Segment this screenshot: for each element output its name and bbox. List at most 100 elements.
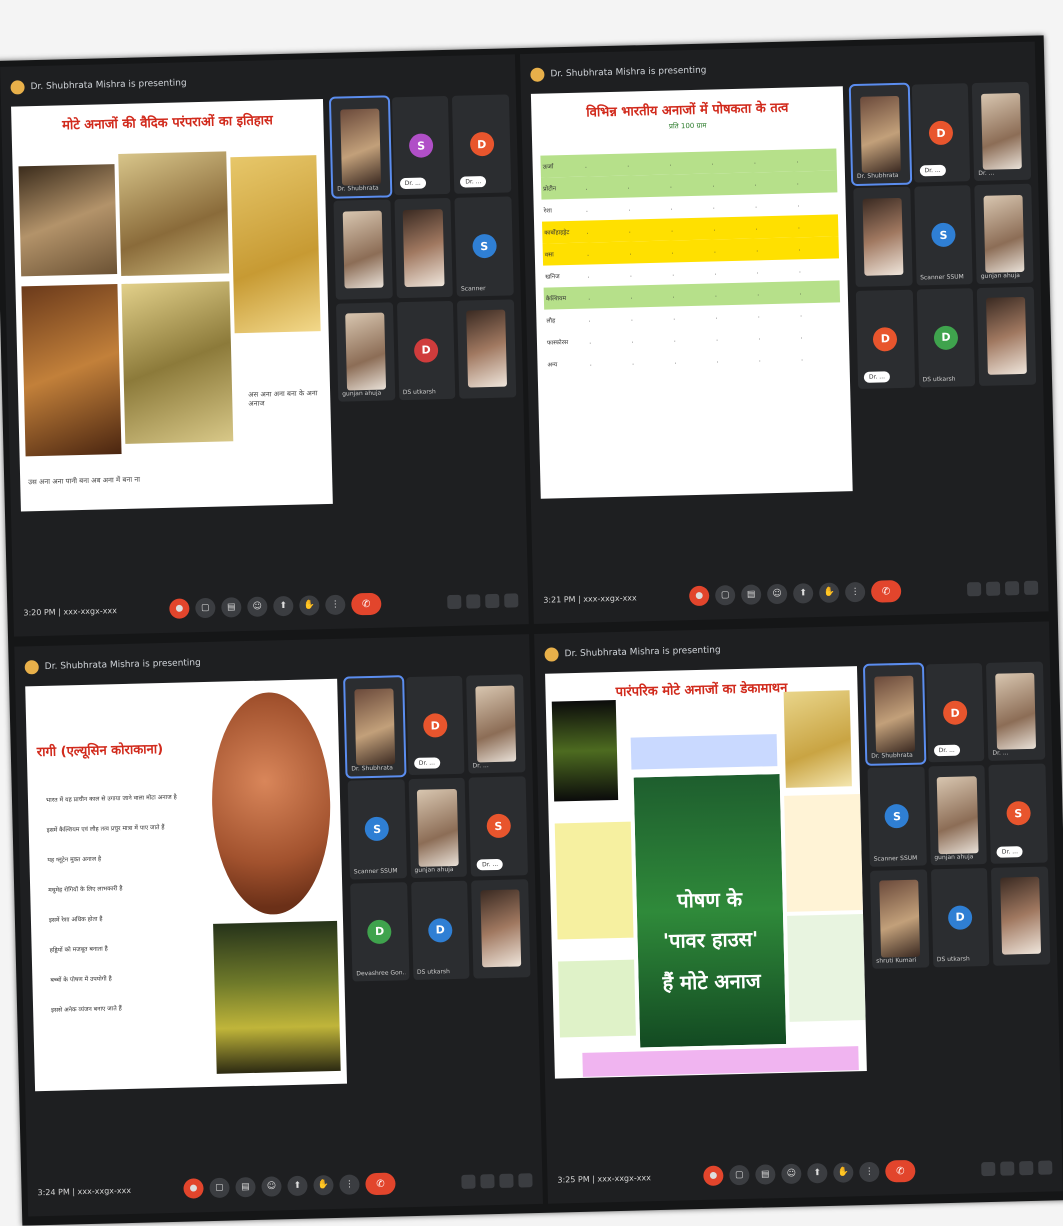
participant-tile[interactable]: D DS utkarsh	[410, 880, 470, 980]
participant-tile[interactable]: D DS utkarsh	[396, 300, 456, 400]
end-call-icon[interactable]: ✆	[365, 1172, 396, 1196]
participant-tile[interactable]	[471, 878, 531, 979]
participant-tile[interactable]: S Scanner SSUM	[913, 185, 973, 286]
participant-tile[interactable]: S Dr. ...	[391, 95, 451, 196]
end-call-icon[interactable]: ✆	[351, 592, 382, 616]
participant-tile[interactable]	[991, 865, 1051, 966]
people-icon[interactable]	[985, 581, 1001, 596]
present-icon[interactable]: ⬆	[807, 1162, 828, 1184]
participant-tile[interactable]	[457, 298, 517, 399]
participant-tile[interactable]: D Dr. ...	[405, 675, 465, 776]
participant-tile[interactable]: S Dr. ...	[988, 763, 1048, 864]
mic-icon[interactable]: ●	[703, 1165, 724, 1186]
emoji-icon[interactable]: ☺	[766, 583, 788, 605]
participant-name: DS utkarsh	[402, 388, 436, 396]
activities-icon[interactable]	[1038, 1160, 1053, 1175]
participant-tile[interactable]: D DS utkarsh	[930, 867, 990, 968]
participant-tile[interactable]: gunjan ahuja	[335, 301, 395, 402]
participant-name: gunjan ahuja	[342, 389, 382, 398]
people-icon[interactable]	[1000, 1161, 1015, 1176]
participant-tile[interactable]: Dr. Shubhrata	[328, 95, 393, 200]
info-icon[interactable]	[447, 594, 462, 610]
village-sketch-image	[118, 151, 230, 276]
participant-tile[interactable]: S Dr. ...	[468, 776, 528, 877]
info-icon[interactable]	[981, 1161, 996, 1177]
participant-tile[interactable]	[853, 186, 913, 287]
raise-hand-icon[interactable]: ✋	[313, 1175, 334, 1196]
mic-icon[interactable]: ●	[688, 585, 710, 607]
more-icon[interactable]: ⋮	[325, 594, 346, 616]
emoji-icon[interactable]: ☺	[247, 596, 268, 617]
present-icon[interactable]: ⬆	[792, 583, 814, 604]
participant-tile[interactable]: D Dr. ...	[855, 289, 915, 389]
participant-avatar: S	[884, 804, 910, 829]
more-icon[interactable]: ⋮	[859, 1161, 880, 1183]
chat-icon[interactable]	[499, 1173, 514, 1188]
camera-icon[interactable]: ▢	[195, 597, 216, 619]
activities-icon[interactable]	[518, 1173, 533, 1188]
participant-tile[interactable]: D Dr. ...	[452, 94, 512, 195]
present-icon[interactable]: ⬆	[273, 595, 294, 617]
participant-video	[936, 776, 979, 854]
end-call-icon[interactable]: ✆	[885, 1159, 916, 1183]
chat-icon[interactable]	[1019, 1160, 1034, 1176]
participant-tile[interactable]: S Scanner	[454, 196, 514, 297]
participant-tile[interactable]: S Scanner SSUM	[347, 779, 407, 880]
participant-tile[interactable]: Dr. Shubhrata	[343, 675, 407, 779]
participant-tile[interactable]	[333, 199, 393, 300]
caption-icon[interactable]: ▤	[740, 584, 762, 605]
participant-avatar: D	[469, 131, 495, 157]
present-icon[interactable]: ⬆	[287, 1175, 308, 1197]
camera-icon[interactable]: ▢	[729, 1164, 750, 1186]
participant-tile[interactable]: D Dr. ...	[911, 83, 971, 183]
activities-icon[interactable]	[504, 593, 519, 608]
participant-tile[interactable]: shruti Kumari	[869, 868, 930, 969]
camera-icon[interactable]: ▢	[714, 585, 736, 606]
participant-tile[interactable]: D Dr. ...	[925, 663, 985, 763]
info-icon[interactable]	[966, 582, 982, 597]
info-icon[interactable]	[461, 1174, 476, 1189]
end-call-icon[interactable]: ✆	[870, 579, 902, 603]
participant-name: gunjan ahuja	[980, 271, 1020, 280]
slide-bullet: इससे अनेक व्यंजन बनाए जाते हैं	[51, 1005, 122, 1014]
participant-tile[interactable]: D Devashree Gon...	[350, 881, 410, 982]
raise-hand-icon[interactable]: ✋	[818, 582, 840, 603]
more-icon[interactable]: ⋮	[339, 1174, 360, 1195]
camera-icon[interactable]: ▢	[209, 1177, 230, 1199]
people-icon[interactable]	[466, 594, 481, 609]
participant-tile[interactable]: gunjan ahuja	[974, 183, 1034, 284]
more-icon[interactable]: ⋮	[844, 581, 866, 603]
people-icon[interactable]	[480, 1174, 495, 1189]
participant-tile[interactable]: Dr. Shubhrata	[862, 662, 927, 767]
caption-icon[interactable]: ▤	[235, 1176, 256, 1198]
participant-tile[interactable]: D DS utkarsh	[916, 287, 976, 388]
participant-tile[interactable]: Dr. ...	[466, 674, 526, 774]
participant-tile[interactable]	[977, 286, 1037, 386]
mic-icon[interactable]: ●	[169, 598, 190, 619]
grain-bowl-image	[783, 690, 852, 788]
mic-icon[interactable]: ●	[183, 1178, 204, 1199]
presenter-label: Dr. Shubhrata Mishra is presenting	[44, 658, 201, 672]
emoji-icon[interactable]: ☺	[261, 1176, 282, 1197]
meeting-clock: 3:24 PM | xxx-xxgx-xxx	[37, 1185, 132, 1197]
participant-tile[interactable]: Dr. ...	[986, 661, 1046, 762]
participant-tile[interactable]: S Scanner SSUM	[867, 766, 927, 867]
raise-hand-icon[interactable]: ✋	[833, 1162, 854, 1183]
participant-tile[interactable]	[394, 198, 454, 298]
activities-icon[interactable]	[1023, 580, 1039, 595]
participant-tile[interactable]: gunjan ahuja	[928, 765, 988, 865]
participant-tile[interactable]: Dr. Shubhrata	[848, 82, 912, 187]
participant-tile[interactable]: Dr. ...	[972, 81, 1032, 182]
caption-icon[interactable]: ▤	[755, 1164, 776, 1185]
raise-hand-icon[interactable]: ✋	[299, 595, 320, 616]
caption-icon[interactable]: ▤	[221, 597, 242, 618]
chat-icon[interactable]	[1004, 581, 1020, 596]
participant-video	[995, 672, 1037, 751]
participant-avatar: D	[928, 120, 954, 146]
participant-tile[interactable]: gunjan ahuja	[408, 777, 468, 878]
emoji-icon[interactable]: ☺	[781, 1163, 802, 1185]
participant-video	[465, 309, 508, 388]
shared-slide: पारंपरिक मोटे अनाजों का डेकामाथन पोषण के…	[545, 666, 867, 1079]
cave-painting-image	[18, 164, 118, 277]
chat-icon[interactable]	[485, 593, 500, 609]
